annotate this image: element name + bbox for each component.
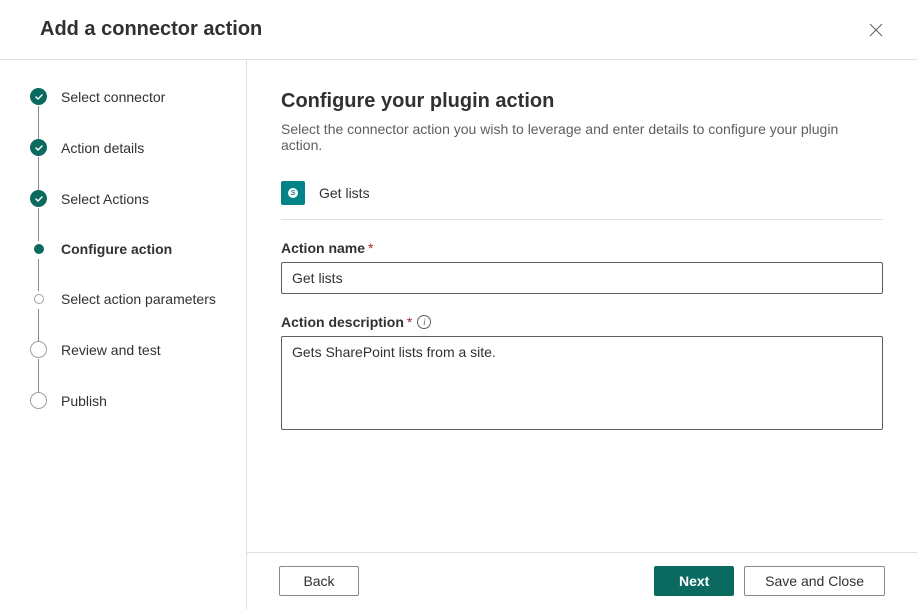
open-step-icon [30, 392, 47, 409]
step-label: Select action parameters [61, 291, 216, 307]
dialog-header: Add a connector action [0, 0, 917, 60]
step-action-details[interactable]: Action details [30, 139, 234, 190]
step-label: Select connector [61, 89, 165, 105]
step-configure-action[interactable]: Configure action [30, 241, 234, 291]
action-description-input[interactable] [281, 336, 883, 430]
step-select-actions[interactable]: Select Actions [30, 190, 234, 241]
step-select-action-parameters[interactable]: Select action parameters [30, 291, 234, 341]
sharepoint-icon: S [281, 181, 305, 205]
stepper-sidebar: Select connector Action details Select A… [0, 60, 247, 609]
connector-name: Get lists [319, 185, 370, 201]
close-icon [869, 23, 883, 37]
step-publish[interactable]: Publish [30, 392, 234, 409]
step-label: Review and test [61, 342, 161, 358]
page-title: Configure your plugin action [281, 90, 883, 113]
selected-connector: S Get lists [281, 181, 883, 220]
open-step-icon [34, 294, 44, 304]
check-icon [30, 88, 47, 105]
action-description-group: Action description * i [281, 314, 883, 433]
action-name-input[interactable] [281, 262, 883, 294]
next-button[interactable]: Next [654, 566, 734, 596]
action-name-label: Action name * [281, 240, 883, 256]
main-panel: Configure your plugin action Select the … [247, 60, 917, 609]
action-name-group: Action name * [281, 240, 883, 294]
step-label: Configure action [61, 241, 172, 257]
check-icon [30, 139, 47, 156]
step-label: Publish [61, 393, 107, 409]
action-description-label: Action description * i [281, 314, 883, 330]
open-step-icon [30, 341, 47, 358]
check-icon [30, 190, 47, 207]
step-label: Action details [61, 140, 144, 156]
required-indicator: * [407, 314, 412, 330]
step-label: Select Actions [61, 191, 149, 207]
step-review-and-test[interactable]: Review and test [30, 341, 234, 392]
dialog-title: Add a connector action [40, 18, 262, 41]
required-indicator: * [368, 240, 373, 256]
step-select-connector[interactable]: Select connector [30, 88, 234, 139]
dialog-footer: Back Next Save and Close [247, 552, 917, 609]
back-button[interactable]: Back [279, 566, 359, 596]
page-subtitle: Select the connector action you wish to … [281, 121, 883, 153]
save-and-close-button[interactable]: Save and Close [744, 566, 885, 596]
close-button[interactable] [865, 19, 887, 41]
info-icon[interactable]: i [417, 315, 431, 329]
current-step-icon [34, 244, 44, 254]
